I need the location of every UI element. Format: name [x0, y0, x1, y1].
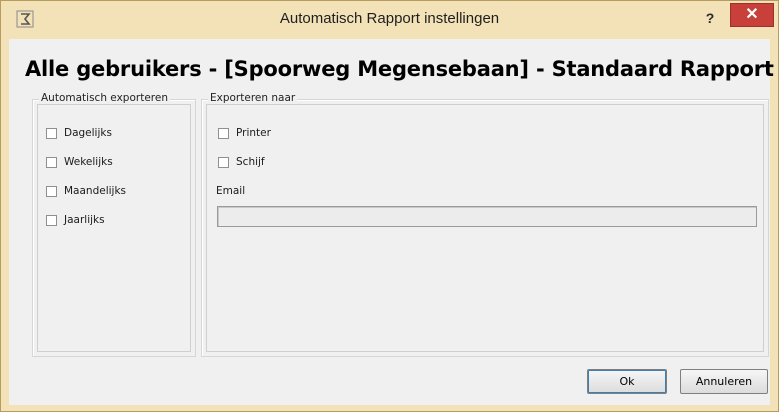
title-bar[interactable]: Automatisch Rapport instellingen ? ✕ — [1, 1, 778, 39]
ok-button[interactable]: Ok — [587, 369, 667, 394]
email-label: Email — [216, 185, 246, 197]
checkbox-dagelijks[interactable] — [46, 127, 57, 139]
cancel-button[interactable]: Annuleren — [680, 369, 768, 394]
checkbox-row-wekelijks[interactable]: Wekelijks — [46, 154, 113, 170]
checkbox-row-maandelijks[interactable]: Maandelijks — [46, 183, 126, 199]
checkbox-wekelijks[interactable] — [46, 156, 57, 168]
checkbox-label: Schijf — [236, 156, 265, 168]
export-to-panel — [206, 104, 764, 352]
report-heading: Alle gebruikers - [Spoorweg Megensebaan]… — [25, 57, 774, 81]
checkbox-jaarlijks[interactable] — [46, 214, 57, 226]
checkbox-label: Printer — [236, 127, 271, 139]
checkbox-row-schijf[interactable]: Schijf — [218, 154, 265, 170]
dialog-window: Automatisch Rapport instellingen ? ✕ All… — [0, 0, 779, 412]
close-button[interactable]: ✕ — [730, 3, 774, 27]
checkbox-maandelijks[interactable] — [46, 185, 57, 197]
auto-export-legend: Automatisch exporteren — [39, 92, 170, 104]
checkbox-row-jaarlijks[interactable]: Jaarlijks — [46, 212, 105, 228]
close-icon: ✕ — [745, 6, 759, 23]
checkbox-row-printer[interactable]: Printer — [218, 125, 271, 141]
checkbox-schijf[interactable] — [218, 156, 229, 168]
export-to-legend: Exporteren naar — [208, 92, 298, 104]
checkbox-label: Jaarlijks — [64, 214, 105, 226]
checkbox-row-dagelijks[interactable]: Dagelijks — [46, 125, 112, 141]
checkbox-label: Dagelijks — [64, 127, 112, 139]
help-button[interactable]: ? — [701, 7, 719, 29]
auto-export-panel — [37, 104, 191, 352]
email-field[interactable] — [217, 206, 757, 227]
checkbox-printer[interactable] — [218, 127, 229, 139]
window-title: Automatisch Rapport instellingen — [279, 10, 500, 27]
checkbox-label: Maandelijks — [64, 185, 127, 197]
checkbox-label: Wekelijks — [64, 156, 113, 168]
export-to-group: Exporteren naar — [201, 92, 769, 357]
